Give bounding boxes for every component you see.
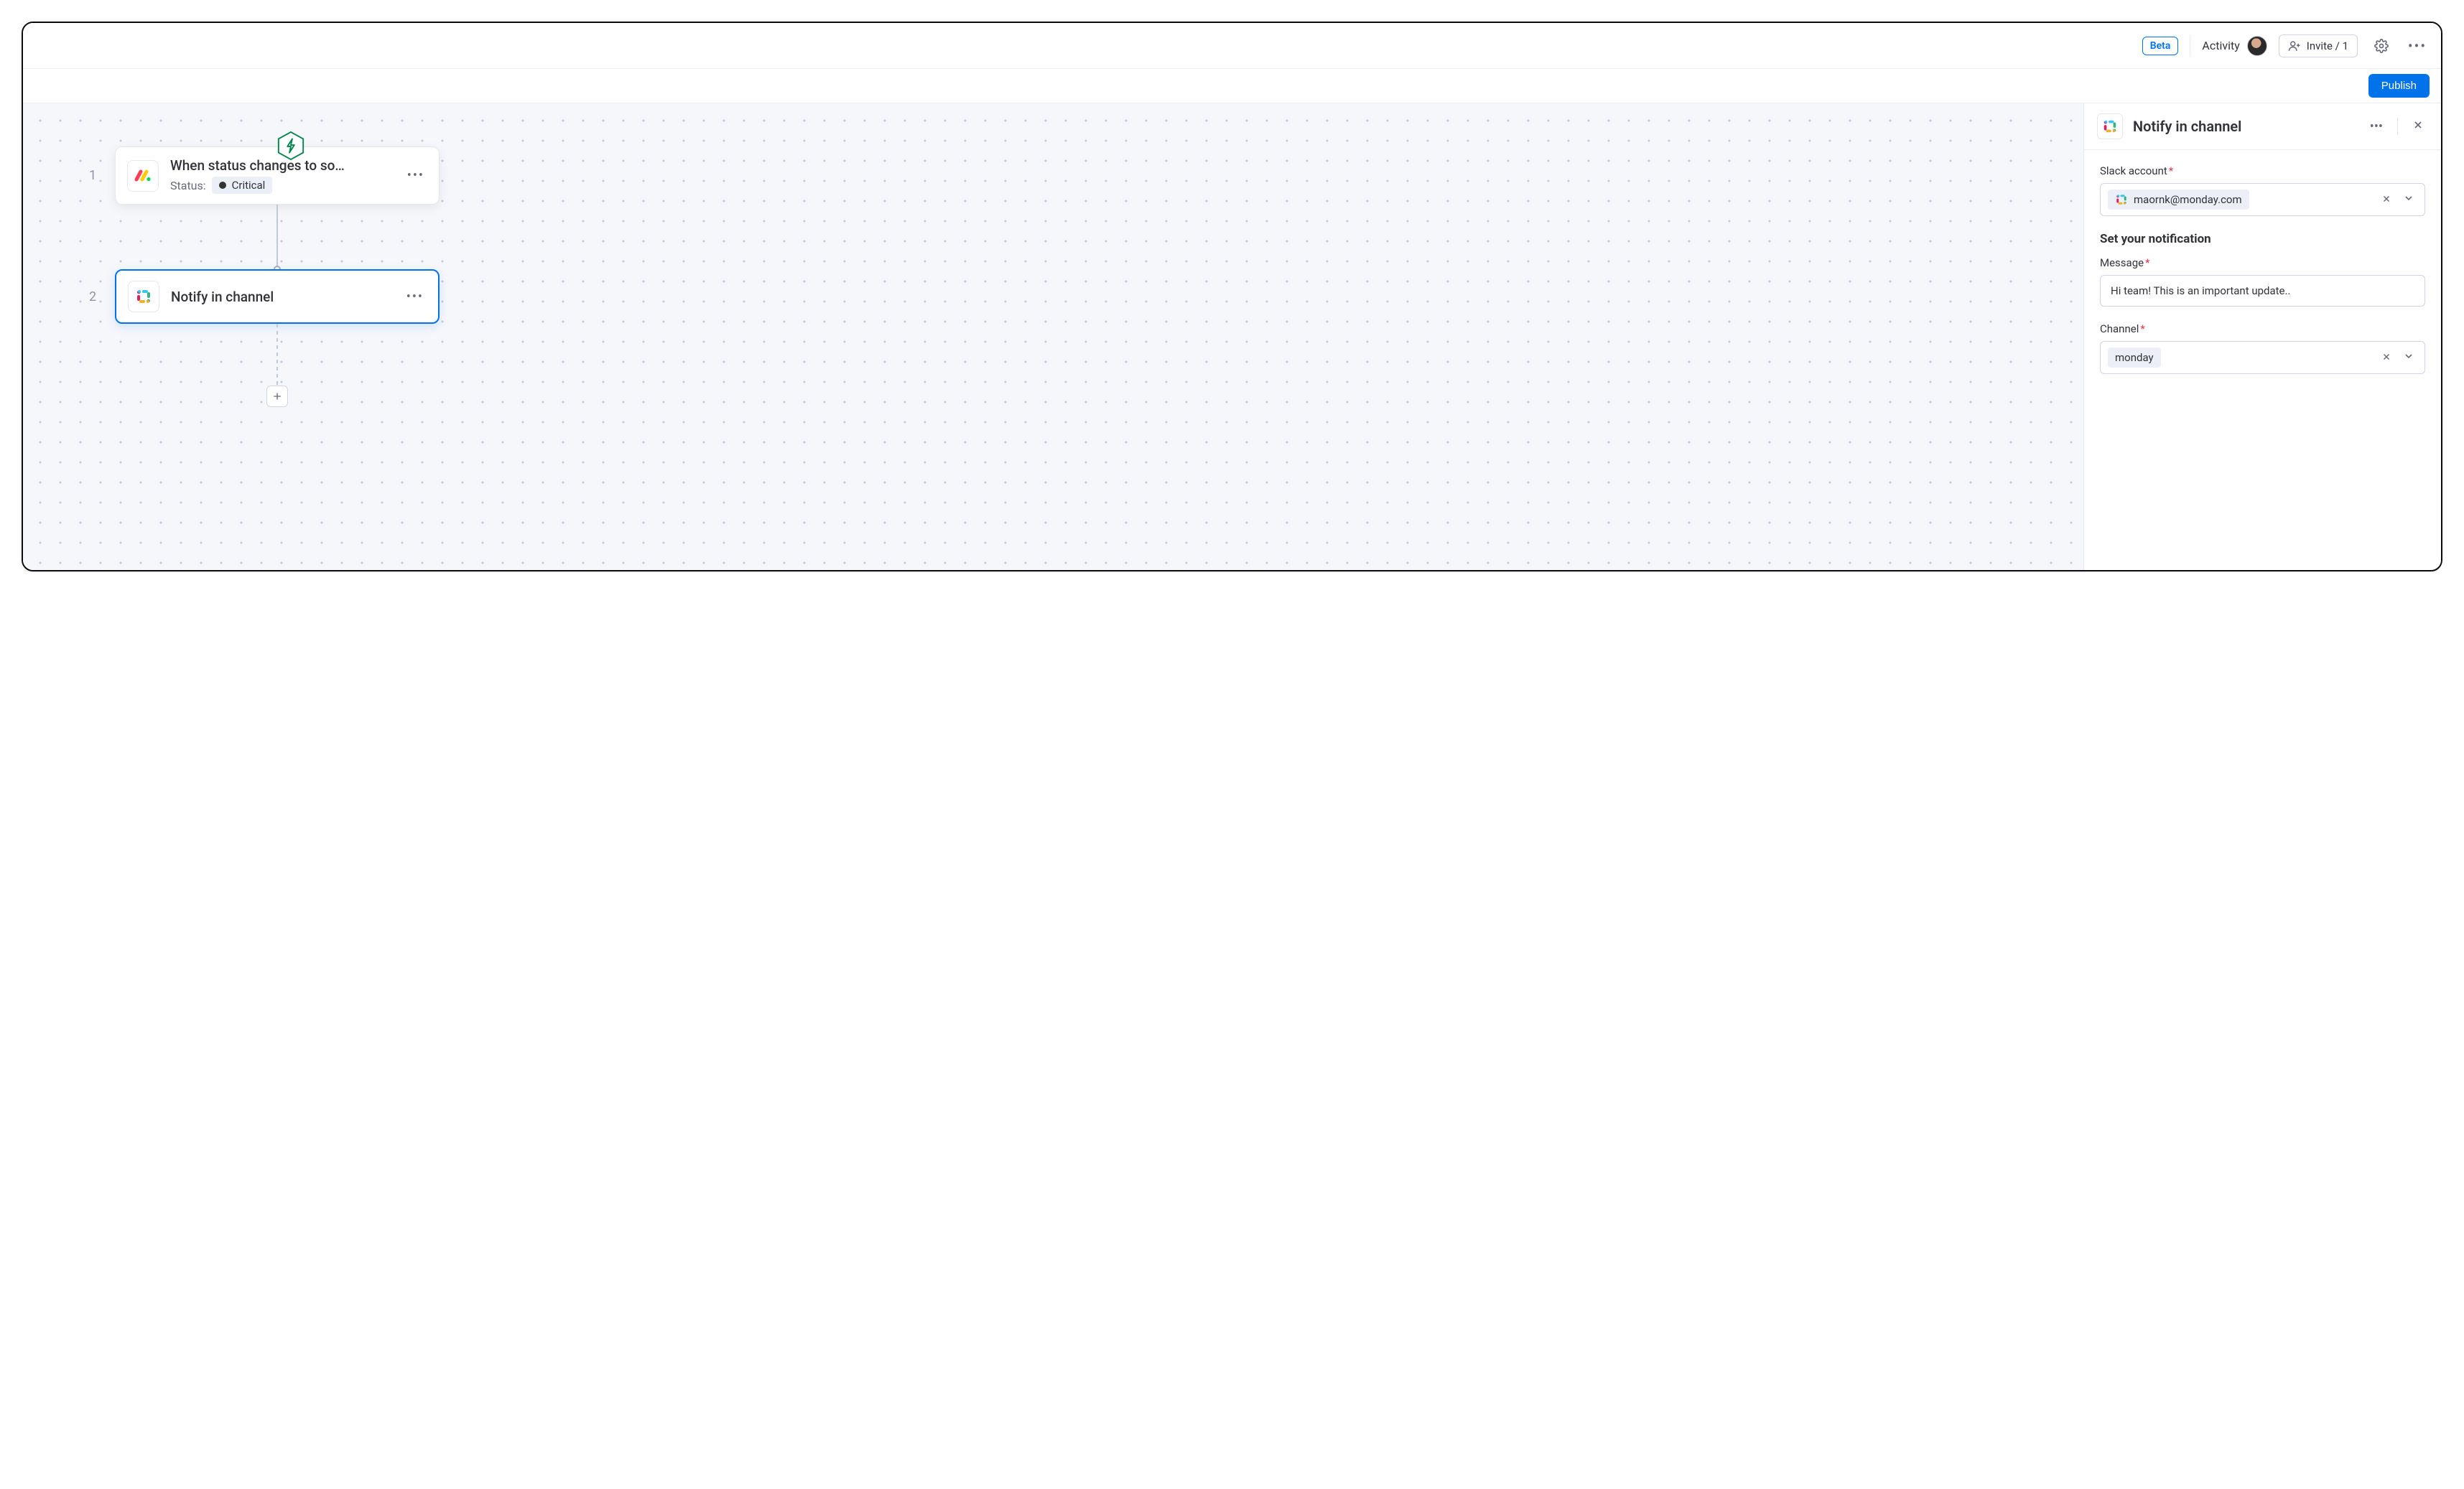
field-channel: Channel* monday xyxy=(2100,322,2425,374)
message-input[interactable] xyxy=(2100,275,2425,307)
avatar xyxy=(2247,36,2267,56)
field-label: Message* xyxy=(2100,256,2425,269)
connector xyxy=(115,205,440,269)
step-number: 2 xyxy=(88,289,98,304)
sidepanel-body: Slack account* maornk@monday.com xyxy=(2084,150,2441,404)
bolt-hex-icon xyxy=(276,131,306,161)
status-chip: Critical xyxy=(212,177,273,194)
card-subtitle-label: Status: xyxy=(170,179,206,192)
close-icon xyxy=(2381,194,2391,204)
chevron-down-icon xyxy=(2403,192,2414,204)
activity-button[interactable]: Activity xyxy=(2202,36,2267,56)
chip-label: maornk@monday.com xyxy=(2134,193,2242,206)
status-dot-icon xyxy=(219,182,226,189)
more-button[interactable]: ••• xyxy=(2405,34,2430,58)
workflow-step: 2 Notify in channel ••• xyxy=(88,269,440,324)
activity-label: Activity xyxy=(2202,39,2239,52)
settings-button[interactable] xyxy=(2369,34,2394,58)
add-step-button[interactable] xyxy=(266,386,288,407)
sidepanel-title: Notify in channel xyxy=(2133,118,2356,135)
invite-label: Invite / 1 xyxy=(2307,39,2348,52)
action-card[interactable]: Notify in channel ••• xyxy=(115,269,440,324)
monday-icon xyxy=(127,160,159,192)
sidepanel: Notify in channel ••• Slack account* xyxy=(2083,103,2441,570)
invite-icon xyxy=(2288,39,2301,52)
invite-button[interactable]: Invite / 1 xyxy=(2279,34,2358,57)
plus-icon xyxy=(271,391,283,402)
card-more-button[interactable]: ••• xyxy=(404,165,427,186)
slack-icon xyxy=(128,281,159,312)
clear-button[interactable] xyxy=(2379,193,2394,207)
channel-select[interactable]: monday xyxy=(2100,341,2425,374)
actionbar: Publish xyxy=(23,69,2441,103)
beta-badge: Beta xyxy=(2142,37,2179,55)
trigger-badge xyxy=(276,131,306,164)
workflow-step: 1 When status changes to so… Status: xyxy=(88,146,440,205)
slack-icon xyxy=(2115,193,2128,206)
status-value: Critical xyxy=(232,179,266,192)
field-label: Slack account* xyxy=(2100,164,2425,177)
close-icon xyxy=(2381,352,2391,362)
sidepanel-close-button[interactable] xyxy=(2408,116,2428,137)
select-chip: maornk@monday.com xyxy=(2108,190,2249,210)
close-icon xyxy=(2412,119,2424,131)
sidepanel-more-button[interactable]: ••• xyxy=(2366,116,2387,137)
topbar: Beta Activity Invite / 1 ••• xyxy=(23,23,2441,69)
expand-button[interactable] xyxy=(2400,192,2417,207)
slack-icon xyxy=(2097,113,2123,139)
field-slack-account: Slack account* maornk@monday.com xyxy=(2100,164,2425,216)
app-window: Beta Activity Invite / 1 ••• xyxy=(22,22,2442,571)
card-title: Notify in channel xyxy=(171,289,392,305)
connector-add xyxy=(115,324,440,396)
workflow-canvas[interactable]: 1 When status changes to so… Status: xyxy=(23,103,2083,570)
expand-button[interactable] xyxy=(2400,350,2417,365)
field-message: Message* xyxy=(2100,256,2425,307)
sidepanel-header: Notify in channel ••• xyxy=(2084,103,2441,150)
card-more-button[interactable]: ••• xyxy=(404,286,427,307)
divider xyxy=(2397,118,2398,135)
more-icon: ••• xyxy=(2408,37,2427,55)
gear-icon xyxy=(2374,39,2389,53)
clear-button[interactable] xyxy=(2379,351,2394,365)
chip-label: monday xyxy=(2115,351,2154,364)
chevron-down-icon xyxy=(2403,350,2414,362)
field-label: Channel* xyxy=(2100,322,2425,335)
publish-button[interactable]: Publish xyxy=(2368,74,2430,98)
slack-account-select[interactable]: maornk@monday.com xyxy=(2100,183,2425,216)
section-heading: Set your notification xyxy=(2100,232,2425,246)
step-number: 1 xyxy=(88,168,98,183)
body: 1 When status changes to so… Status: xyxy=(23,103,2441,570)
select-chip: monday xyxy=(2108,347,2161,368)
